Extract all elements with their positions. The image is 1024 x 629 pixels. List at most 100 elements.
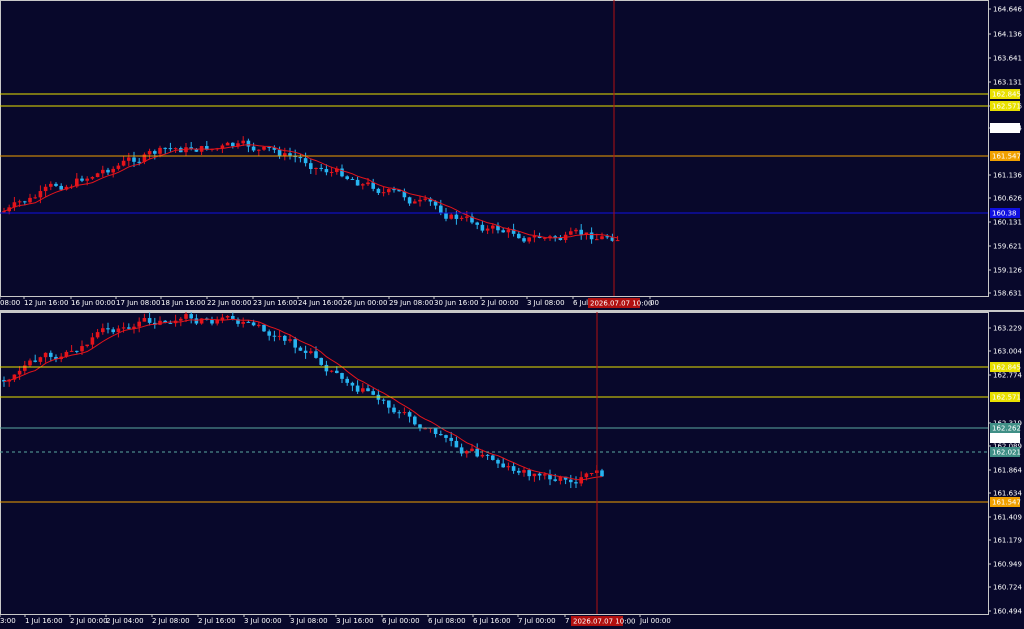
top-plot-frame — [0, 0, 989, 297]
bottom-plot-frame — [0, 312, 989, 615]
bottom-time-label: 2 Jul 08:00 — [152, 617, 190, 625]
top-candle-body — [350, 178, 355, 180]
top-candle-body — [579, 229, 583, 235]
top-candle-body — [387, 189, 391, 193]
top-candle-body — [340, 168, 344, 177]
top-candle-body — [569, 231, 573, 235]
top-candle-body — [28, 197, 32, 203]
top-candle-body — [319, 167, 323, 169]
bottom-candle-body — [584, 473, 589, 478]
bottom-candle-body — [470, 448, 474, 452]
top-candle-body — [257, 149, 261, 151]
bottom-candle-body — [335, 370, 339, 374]
bottom-candle-body — [501, 463, 505, 468]
top-candle-body — [371, 182, 375, 189]
bottom-candle-body — [147, 318, 152, 323]
bottom-candle-body — [506, 466, 511, 468]
bottom-candle-body — [366, 388, 370, 392]
bottom-candle-body — [496, 459, 500, 464]
bottom-candle-body — [85, 344, 89, 347]
bottom-candle-body — [381, 399, 386, 401]
top-candle-body — [80, 178, 84, 181]
bottom-candle-body — [267, 331, 271, 336]
bottom-price-label: 161.409 — [993, 514, 1022, 522]
bottom-time-label: 2 Jul 16:00 — [198, 617, 236, 625]
top-candle-body — [17, 201, 22, 203]
top-candle-body — [231, 142, 235, 147]
bottom-candle-body — [517, 470, 521, 473]
top-chart-canvas[interactable]: 164.646164.136163.641163.131162.636162.1… — [0, 0, 1024, 310]
top-time-label: 2 Jul 00:00 — [481, 299, 519, 307]
top-price-label: 163.641 — [993, 55, 1022, 63]
bottom-candle-body — [17, 370, 22, 375]
bottom-candle-body — [28, 360, 32, 366]
bottom-price-label: 160.724 — [993, 584, 1022, 592]
bottom-candle-body — [475, 448, 479, 457]
bottom-candle-body — [329, 370, 334, 372]
top-price-label: 163.131 — [993, 79, 1022, 87]
bottom-time-label: 3 Jul 08:00 — [290, 617, 328, 625]
top-candle-body — [241, 140, 245, 144]
bottom-time-label: 1 Jul 16:00 — [25, 617, 63, 625]
bottom-level-tag-label: 162.021 — [992, 449, 1021, 457]
bottom-time-label: 3 Jul 16:00 — [336, 617, 374, 625]
bottom-candle-body — [189, 314, 193, 319]
bottom-candle-body — [569, 479, 573, 483]
bottom-candle-body — [345, 378, 349, 383]
top-candle-body — [54, 183, 58, 186]
bottom-candle-body — [574, 482, 578, 484]
bottom-candle-body — [288, 339, 292, 341]
top-candle-body — [491, 225, 495, 229]
bottom-candle-body — [397, 412, 401, 414]
bottom-candle-body — [75, 350, 79, 352]
top-candle-body — [121, 160, 126, 166]
bottom-candle-body — [319, 357, 323, 365]
bottom-price-label: 162.774 — [993, 372, 1022, 380]
bottom-candle-body — [340, 373, 344, 379]
top-candle-body — [277, 149, 282, 157]
top-candle-body — [501, 230, 505, 233]
top-price-label: 160.626 — [993, 195, 1022, 203]
bottom-candle-body — [293, 339, 297, 348]
bottom-candle-body — [283, 335, 287, 341]
top-candle-body — [407, 197, 412, 204]
bottom-candle-body — [298, 347, 303, 351]
top-candle-body — [413, 201, 417, 204]
bottom-time-label: 2 Jul 04:00 — [106, 617, 144, 625]
bottom-candle-body — [246, 321, 251, 323]
top-level-tag-label: 162.571 — [992, 103, 1021, 111]
top-time-label: 29 Jun 08:00 — [389, 299, 433, 307]
top-candle-body — [246, 140, 251, 147]
bottom-price-label: 161.864 — [993, 467, 1022, 475]
bottom-chart-canvas[interactable]: 163.229163.004162.774162.319162.089161.8… — [0, 312, 1024, 629]
bottom-candle-body — [194, 318, 199, 324]
top-candle-body — [329, 171, 334, 173]
top-candle-body — [288, 153, 292, 156]
bottom-candle-body — [210, 320, 214, 324]
bottom-candle-body — [111, 329, 115, 333]
top-candle-body — [324, 168, 329, 173]
top-candle-body — [595, 239, 599, 241]
bottom-candle-body — [444, 435, 448, 438]
bottom-candle-body — [251, 322, 256, 326]
top-candle-body — [43, 186, 48, 192]
top-candle-body — [465, 216, 469, 218]
bottom-candle-body — [480, 454, 485, 457]
bottom-candle-body — [361, 388, 365, 392]
top-chart-panel[interactable]: 164.646164.136163.641163.131162.636162.1… — [0, 0, 1024, 310]
top-time-label: 24 Jun 16:00 — [298, 299, 342, 307]
bottom-chart-panel[interactable]: 163.229163.004162.774162.319162.089161.8… — [0, 312, 1024, 629]
bottom-price-label: 163.004 — [993, 348, 1022, 356]
top-price-label: 164.136 — [993, 31, 1022, 39]
top-candle-body — [153, 151, 157, 154]
top-candle-body — [527, 237, 531, 242]
bottom-candle-body — [272, 335, 277, 337]
bottom-candle-body — [137, 321, 141, 327]
top-time-label: 08:00 — [0, 299, 20, 307]
top-candle-body — [85, 178, 89, 181]
top-price-label: 160.131 — [993, 219, 1022, 227]
top-candle-body — [439, 205, 443, 213]
top-candle-body — [298, 157, 303, 159]
bottom-candle-body — [142, 318, 147, 322]
top-candle-body — [345, 176, 349, 179]
